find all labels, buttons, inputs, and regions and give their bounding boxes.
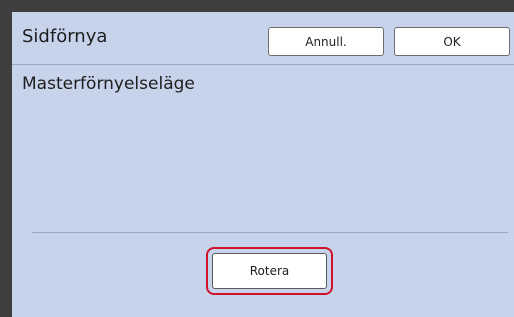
dialog-header: Sidförnya Annull. OK [12, 12, 514, 65]
frame-left-edge [0, 12, 12, 317]
divider [32, 232, 508, 233]
rotate-button[interactable]: Rotera [212, 253, 327, 289]
mode-label: Masterförnyelseläge [22, 74, 195, 94]
dialog-panel: Sidförnya Annull. OK Masterförnyelseläge… [12, 12, 514, 317]
ok-button[interactable]: OK [394, 27, 510, 56]
cancel-button[interactable]: Annull. [268, 27, 384, 56]
dialog-title: Sidförnya [22, 26, 108, 47]
frame-top-edge [0, 0, 514, 12]
device-frame: Sidförnya Annull. OK Masterförnyelseläge… [0, 0, 514, 317]
